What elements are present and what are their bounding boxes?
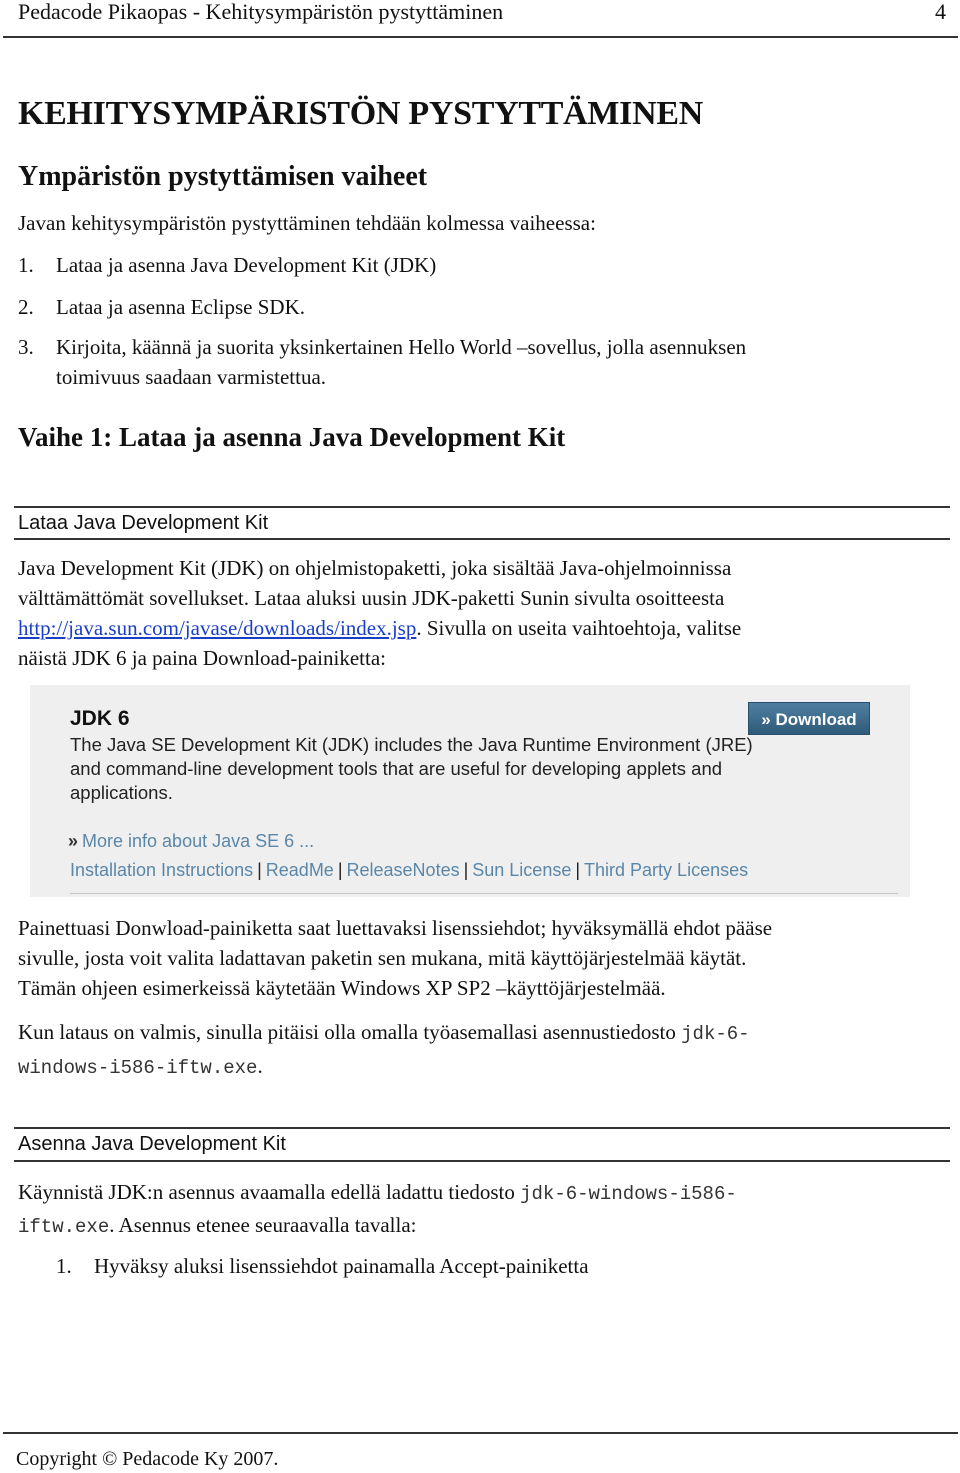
phases-heading: Ympäristön pystyttämisen vaiheet bbox=[18, 161, 428, 192]
paragraph-line: Kun lataus on valmis, sinulla pitäisi ol… bbox=[18, 1016, 750, 1050]
link-separator: | bbox=[575, 860, 581, 880]
jdk-title: JDK 6 bbox=[70, 707, 130, 730]
list-item: 1. Lataa ja asenna Java Development Kit … bbox=[18, 250, 746, 280]
header-divider bbox=[3, 36, 958, 38]
section-divider-top bbox=[14, 1127, 950, 1129]
java-downloads-link[interactable]: http://java.sun.com/javase/downloads/ind… bbox=[18, 616, 416, 640]
paragraph-line: windows-i586-iftw.exe. bbox=[18, 1050, 750, 1084]
copyright-footer: Copyright © Pedacode Ky 2007. bbox=[16, 1448, 279, 1470]
paragraph-text: . Asennus etenee seuraavalla tavalla: bbox=[109, 1213, 417, 1237]
list-text-line2: toimivuus saadaan varmistettua. bbox=[56, 365, 327, 389]
paragraph-line: sivulle, josta voit valita ladattavan pa… bbox=[18, 946, 747, 970]
list-text: Lataa ja asenna Eclipse SDK. bbox=[56, 295, 305, 319]
panel-divider bbox=[70, 893, 898, 894]
page-number: 4 bbox=[935, 0, 946, 24]
release-notes-link[interactable]: ReleaseNotes bbox=[347, 860, 460, 880]
list-text-line1: Kirjoita, käännä ja suorita yksinkertain… bbox=[56, 335, 747, 359]
section-divider-top bbox=[14, 506, 950, 508]
paragraph-text: . bbox=[257, 1054, 263, 1078]
paragraph-text: . Sivulla on useita vaihtoehtoja, valits… bbox=[416, 616, 742, 640]
paragraph-text: Käynnistä JDK:n asennus avaamalla edellä… bbox=[18, 1180, 521, 1204]
phase1-heading: Vaihe 1: Lataa ja asenna Java Developmen… bbox=[18, 422, 566, 452]
more-info-link[interactable]: » More info about Java SE 6 ... bbox=[68, 831, 314, 852]
download-ready-paragraph: Kun lataus on valmis, sinulla pitäisi ol… bbox=[18, 1016, 750, 1084]
more-info-text: More info about Java SE 6 ... bbox=[82, 831, 315, 851]
jdk-description: The Java SE Development Kit (JDK) includ… bbox=[70, 734, 753, 803]
filename-code: jdk-6- bbox=[681, 1023, 750, 1045]
installation-instructions-link[interactable]: Installation Instructions bbox=[70, 860, 253, 880]
list-number: 3. bbox=[18, 335, 34, 359]
paragraph-line: välttämättömät sovellukset. Lataa aluksi… bbox=[18, 586, 725, 610]
list-number: 2. bbox=[18, 295, 34, 319]
paragraph-line: Tämän ohjeen esimerkeissä käytetään Wind… bbox=[18, 976, 666, 1000]
link-separator: | bbox=[337, 860, 343, 880]
filename-code: jdk-6-windows-i586- bbox=[520, 1183, 737, 1205]
intro-paragraph: Javan kehitysympäristön pystyttäminen te… bbox=[18, 211, 596, 235]
readme-link[interactable]: ReadMe bbox=[266, 860, 334, 880]
link-separator: | bbox=[463, 860, 469, 880]
paragraph-line-with-link: http://java.sun.com/javase/downloads/ind… bbox=[18, 613, 948, 643]
document-header-title: Pedacode Pikaopas - Kehitysympäristön py… bbox=[18, 0, 504, 24]
list-number: 1. bbox=[56, 1254, 72, 1278]
list-text: Lataa ja asenna Java Development Kit (JD… bbox=[56, 253, 437, 277]
license-paragraph: Painettuasi Donwload-painiketta saat lue… bbox=[18, 913, 772, 1003]
section-divider-bottom bbox=[14, 1160, 950, 1162]
list-item: 1. Hyväksy aluksi lisenssiehdot painamal… bbox=[56, 1251, 589, 1281]
list-item: 2. Lataa ja asenna Eclipse SDK. bbox=[18, 292, 746, 322]
third-party-licenses-link[interactable]: Third Party Licenses bbox=[584, 860, 748, 880]
double-chevron-right-icon: » bbox=[68, 831, 79, 851]
list-number: 1. bbox=[18, 253, 34, 277]
footer-divider bbox=[3, 1432, 958, 1434]
phases-list: 1. Lataa ja asenna Java Development Kit … bbox=[18, 250, 746, 404]
install-paragraph: Käynnistä JDK:n asennus avaamalla edellä… bbox=[18, 1177, 737, 1243]
jdk6-download-panel: JDK 6 The Java SE Development Kit (JDK) … bbox=[30, 685, 910, 897]
filename-code: iftw.exe bbox=[18, 1216, 110, 1238]
paragraph-line: Painettuasi Donwload-painiketta saat lue… bbox=[18, 916, 773, 940]
filename-code: windows-i586-iftw.exe bbox=[18, 1057, 258, 1079]
link-separator: | bbox=[257, 860, 262, 880]
chapter-heading: KEHITYSYMPÄRISTÖN PYSTYTTÄMINEN bbox=[18, 95, 703, 132]
paragraph-line: iftw.exe. Asennus etenee seuraavalla tav… bbox=[18, 1210, 737, 1243]
paragraph-line: Java Development Kit (JDK) on ohjelmisto… bbox=[18, 556, 732, 580]
jdk-links-row: Installation Instructions | ReadMe | Release… bbox=[70, 860, 748, 881]
section-title-download: Lataa Java Development Kit bbox=[18, 512, 269, 534]
paragraph-text: Kun lataus on valmis, sinulla pitäisi ol… bbox=[18, 1020, 682, 1044]
paragraph-line: näistä JDK 6 ja paina Download-painikett… bbox=[18, 646, 386, 670]
install-steps-list: 1. Hyväksy aluksi lisenssiehdot painamal… bbox=[56, 1251, 589, 1281]
paragraph-line: Käynnistä JDK:n asennus avaamalla edellä… bbox=[18, 1177, 737, 1210]
list-item: 3. Kirjoita, käännä ja suorita yksinkert… bbox=[18, 332, 746, 392]
sun-license-link[interactable]: Sun License bbox=[472, 860, 571, 880]
download-paragraph: Java Development Kit (JDK) on ohjelmisto… bbox=[18, 553, 948, 673]
section-divider-bottom bbox=[14, 538, 950, 540]
section-title-install: Asenna Java Development Kit bbox=[18, 1133, 286, 1155]
download-button[interactable]: » Download bbox=[748, 702, 870, 735]
list-text: Hyväksy aluksi lisenssiehdot painamalla … bbox=[94, 1254, 589, 1278]
